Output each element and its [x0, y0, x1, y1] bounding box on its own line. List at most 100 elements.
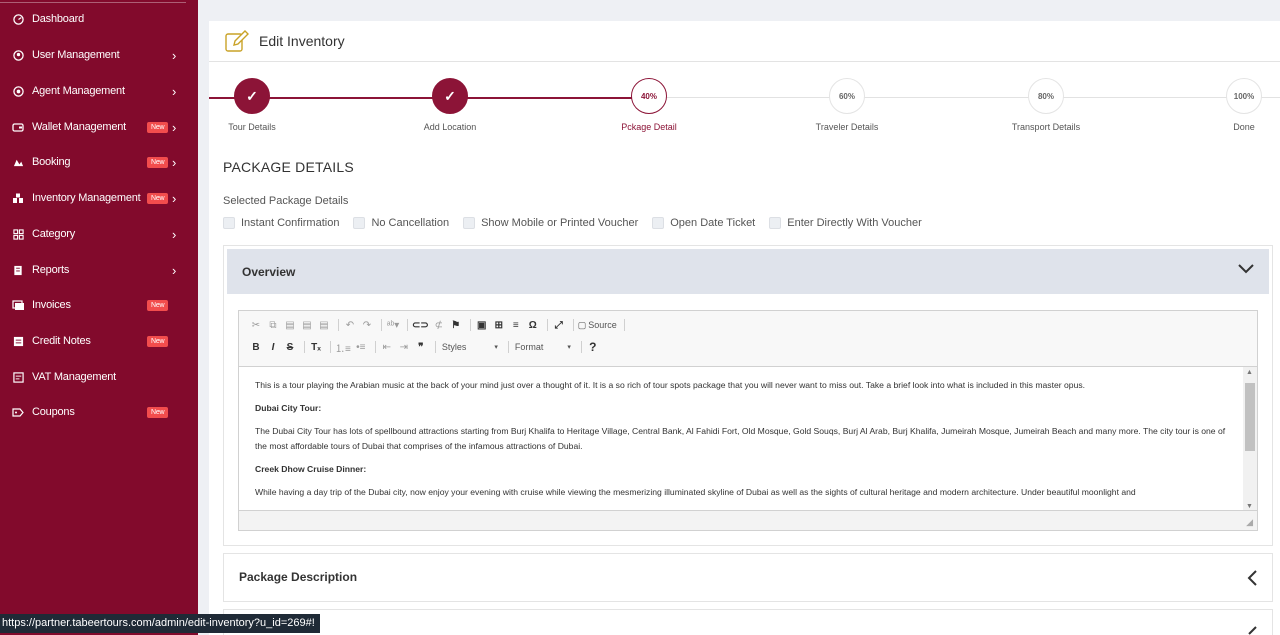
editor-content-area[interactable]: This is a tour playing the Arabian music…: [239, 366, 1257, 511]
numbered-list-icon[interactable]: ⒈≡: [335, 339, 351, 355]
edit-icon: [223, 27, 251, 55]
checkbox-box[interactable]: [463, 217, 476, 229]
sidebar-item-booking[interactable]: Booking New ›: [0, 145, 198, 179]
editor-scrollbar[interactable]: ▲ ▼: [1243, 367, 1257, 511]
bulleted-list-icon[interactable]: •≡: [354, 339, 368, 355]
redo-icon[interactable]: ↷: [360, 317, 374, 333]
reports-icon: [11, 263, 25, 277]
step-tour-details[interactable]: ✓ Tour Details: [197, 78, 307, 132]
next-panel: [223, 609, 1273, 635]
no-cancellation-checkbox[interactable]: No Cancellation: [353, 217, 449, 229]
styles-dropdown[interactable]: Styles ▾: [440, 339, 500, 355]
package-description-header[interactable]: Package Description: [224, 554, 1272, 599]
chevron-left-icon[interactable]: [1246, 569, 1258, 590]
invoices-icon: [11, 298, 25, 312]
anchor-flag-icon[interactable]: ⚑: [449, 317, 463, 333]
show-voucher-checkbox[interactable]: Show Mobile or Printed Voucher: [463, 217, 638, 229]
step-label: Done: [1233, 122, 1255, 132]
editor-footer: ◢: [239, 510, 1257, 530]
format-label: Format: [514, 342, 544, 352]
step-circle: 100%: [1226, 78, 1262, 114]
progress-stepper: ✓ Tour Details ✓ Add Location 40% Pckage…: [209, 78, 1280, 138]
checkbox-box[interactable]: [769, 217, 782, 229]
undo-icon[interactable]: ↶: [343, 317, 357, 333]
toolbar-separator: [623, 319, 625, 331]
sidebar-item-agent-management[interactable]: Agent Management ›: [0, 74, 198, 108]
paste-word-icon[interactable]: ▤: [317, 317, 331, 333]
image-icon[interactable]: ▣: [475, 317, 489, 333]
sidebar-item-category[interactable]: Category ›: [0, 217, 198, 251]
unlink-icon[interactable]: ⊄: [432, 317, 446, 333]
italic-icon[interactable]: I: [266, 339, 280, 355]
sidebar-item-reports[interactable]: Reports ›: [0, 253, 198, 287]
overview-paragraph: This is a tour playing the Arabian music…: [255, 380, 1086, 390]
remove-format-icon[interactable]: Tₓ: [309, 339, 323, 355]
source-button[interactable]: ▢ Source: [578, 317, 617, 333]
sidebar-item-dashboard[interactable]: Dashboard: [0, 2, 198, 36]
resize-handle-icon[interactable]: ◢: [1246, 517, 1253, 528]
horizontal-rule-icon[interactable]: ≡: [509, 317, 523, 333]
step-circle: 80%: [1028, 78, 1064, 114]
scroll-down-icon[interactable]: ▼: [1246, 503, 1253, 510]
strikethrough-icon[interactable]: S: [283, 339, 297, 355]
wallet-icon: [11, 120, 25, 134]
step-package-detail[interactable]: 40% Pckage Detail: [594, 78, 704, 132]
sidebar-item-vat-management[interactable]: VAT Management: [0, 360, 198, 394]
step-traveler-details[interactable]: 60% Traveler Details: [792, 78, 902, 132]
outdent-icon[interactable]: ⇤: [380, 339, 394, 355]
table-icon[interactable]: ⊞: [492, 317, 506, 333]
sidebar-item-label: Category: [32, 228, 76, 240]
step-done[interactable]: 100% Done: [1189, 78, 1280, 132]
toolbar-separator: [434, 341, 436, 353]
step-label: Traveler Details: [815, 122, 879, 132]
rich-text-editor[interactable]: ✂ ⧉ ▤ ▤ ▤ ↶ ↷ ᵃᵇ▾ ⊂⊃ ⊄ ⚑ ▣ ⊞ ≡ Ω ⤢ ▢ Sou…: [238, 310, 1258, 531]
toolbar-separator: [338, 319, 339, 331]
special-char-icon[interactable]: Ω: [526, 317, 540, 333]
paste-text-icon[interactable]: ▤: [300, 317, 314, 333]
scrollbar-thumb[interactable]: [1245, 383, 1255, 451]
scroll-up-icon[interactable]: ▲: [1246, 369, 1253, 376]
overview-heading: Dubai City Tour:: [255, 403, 322, 413]
chevron-left-icon[interactable]: [1246, 624, 1258, 635]
sidebar-item-coupons[interactable]: Coupons New: [0, 395, 198, 429]
sidebar-item-label: Credit Notes: [32, 335, 91, 347]
format-dropdown[interactable]: Format ▾: [513, 339, 573, 355]
new-badge: New: [147, 336, 169, 347]
sidebar-item-inventory-management[interactable]: Inventory Management New ›: [0, 181, 198, 215]
sidebar-item-credit-notes[interactable]: Credit Notes New: [0, 324, 198, 358]
checkbox-label: Show Mobile or Printed Voucher: [481, 217, 639, 229]
checkbox-box[interactable]: [223, 217, 235, 229]
enter-directly-checkbox[interactable]: Enter Directly With Voucher: [769, 217, 922, 229]
help-icon[interactable]: ?: [586, 339, 600, 355]
blockquote-icon[interactable]: ❞: [414, 339, 428, 355]
booking-icon: [11, 155, 25, 169]
cut-icon[interactable]: ✂: [249, 317, 263, 333]
sidebar-item-invoices[interactable]: Invoices New: [0, 288, 198, 322]
toolbar-separator: [507, 341, 509, 353]
paste-icon[interactable]: ▤: [283, 317, 297, 333]
sidebar-item-user-management[interactable]: User Management ›: [0, 38, 198, 72]
step-circle: 40%: [631, 78, 667, 114]
page-title: Edit Inventory: [259, 33, 345, 49]
step-transport-details[interactable]: 80% Transport Details: [991, 78, 1101, 132]
spellcheck-icon[interactable]: ᵃᵇ▾: [386, 317, 400, 333]
checkbox-label: Open Date Ticket: [670, 217, 756, 229]
copy-icon[interactable]: ⧉: [266, 317, 280, 333]
section-title: PACKAGE DETAILS: [223, 159, 354, 175]
indent-icon[interactable]: ⇥: [397, 339, 411, 355]
sidebar: Dashboard User Management › Agent Manage…: [0, 0, 198, 635]
open-date-ticket-checkbox[interactable]: Open Date Ticket: [652, 217, 755, 229]
instant-confirmation-checkbox[interactable]: Instant Confirmation: [223, 217, 339, 229]
link-icon[interactable]: ⊂⊃: [412, 317, 429, 333]
bold-icon[interactable]: B: [249, 339, 263, 355]
sidebar-item-label: Dashboard: [32, 13, 85, 25]
inventory-icon: [11, 191, 25, 205]
sidebar-item-wallet-management[interactable]: Wallet Management New ›: [0, 110, 198, 144]
overview-header[interactable]: Overview: [227, 249, 1269, 294]
chevron-down-icon[interactable]: [1237, 263, 1255, 278]
checkbox-box[interactable]: [353, 217, 366, 229]
sidebar-item-label: Booking: [32, 156, 71, 168]
checkbox-box[interactable]: [652, 217, 665, 229]
step-add-location[interactable]: ✓ Add Location: [395, 78, 505, 132]
maximize-icon[interactable]: ⤢: [552, 317, 566, 333]
